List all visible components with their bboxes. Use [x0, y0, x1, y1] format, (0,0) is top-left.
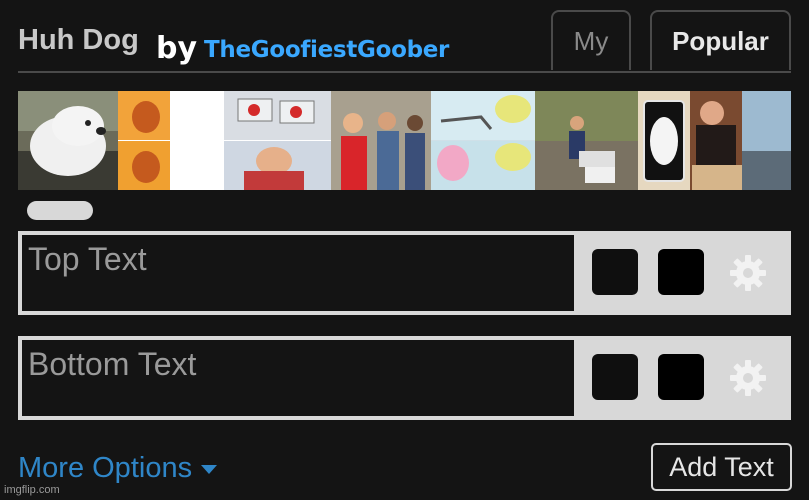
more-options-label: More Options	[18, 452, 193, 484]
author-name: TheGoofiestGoober	[204, 37, 450, 63]
bottom-text-input[interactable]: Bottom Text	[22, 340, 574, 416]
template-thumb-drake[interactable]	[118, 91, 224, 190]
tab-popular[interactable]: Popular	[650, 10, 791, 70]
template-strip[interactable]	[18, 91, 791, 190]
drake-meme-thumbnail	[118, 91, 224, 190]
gear-icon[interactable]	[728, 358, 768, 398]
top-outline-color-swatch[interactable]	[658, 249, 704, 295]
meme-title: Huh Dog	[18, 24, 139, 56]
strip-scrollbar[interactable]	[27, 201, 93, 220]
watermark: imgflip.com	[4, 484, 60, 496]
template-thumb-partial[interactable]	[742, 91, 791, 190]
top-text-color-swatch[interactable]	[592, 249, 638, 295]
by-label: by	[156, 31, 198, 66]
gear-icon[interactable]	[728, 253, 768, 293]
template-thumb-change-my-mind[interactable]	[535, 91, 638, 190]
text-row-top: Top Text	[18, 231, 791, 315]
template-thumb-uno[interactable]	[638, 91, 742, 190]
caret-down-icon	[201, 464, 218, 474]
two-buttons-meme-thumbnail	[224, 91, 331, 190]
template-thumb-two-buttons[interactable]	[224, 91, 331, 190]
title-divider	[18, 71, 791, 73]
bottom-outline-color-swatch[interactable]	[658, 354, 704, 400]
bottom-text-color-swatch[interactable]	[592, 354, 638, 400]
more-options-link[interactable]: More Options	[18, 452, 218, 485]
dog-meme-thumbnail	[18, 91, 118, 190]
uno-draw-25-meme-thumbnail	[638, 91, 742, 190]
add-text-button[interactable]: Add Text	[651, 443, 792, 491]
distracted-boyfriend-meme-thumbnail	[331, 91, 431, 190]
text-row-bottom: Bottom Text	[18, 336, 791, 420]
template-thumb-distracted[interactable]	[331, 91, 431, 190]
template-thumb-handshake[interactable]	[431, 91, 535, 190]
template-thumb-dog[interactable]	[18, 91, 118, 190]
change-my-mind-meme-thumbnail	[535, 91, 638, 190]
epic-handshake-meme-thumbnail	[431, 91, 535, 190]
partial-thumbnail	[742, 91, 791, 190]
top-text-input[interactable]: Top Text	[22, 235, 574, 311]
tab-my[interactable]: My	[551, 10, 631, 70]
